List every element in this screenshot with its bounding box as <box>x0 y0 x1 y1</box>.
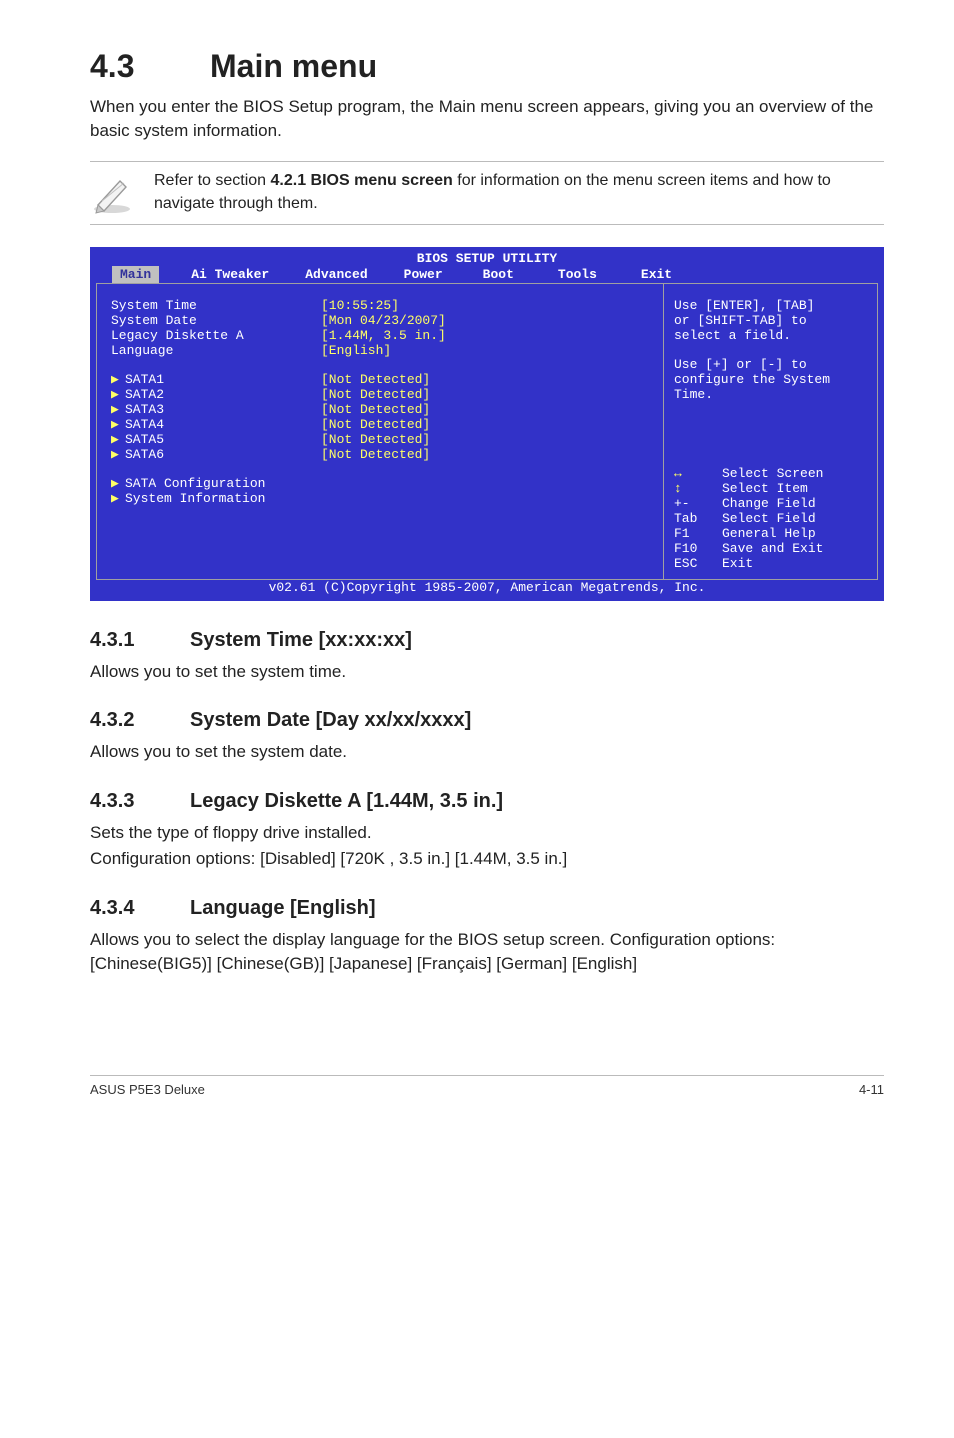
nav-help: F1General Help <box>674 526 867 541</box>
bios-title: BIOS SETUP UTILITY <box>94 251 880 266</box>
section-title: Main menu <box>210 48 377 84</box>
row-language[interactable]: Language[English] <box>111 343 649 358</box>
tab-tools[interactable]: Tools <box>550 266 605 283</box>
bios-left-pane: System Time[10:55:25] System Date[Mon 04… <box>97 284 663 579</box>
row-system-info[interactable]: ▶System Information <box>111 491 649 506</box>
bios-tab-bar: Main Ai Tweaker Advanced Power Boot Tool… <box>94 266 880 283</box>
bios-help-pane: Use [ENTER], [TAB] or [SHIFT-TAB] to sel… <box>663 284 877 579</box>
right-arrow-icon: ▶ <box>111 417 125 432</box>
row-system-time[interactable]: System Time[10:55:25] <box>111 298 649 313</box>
right-arrow-icon: ▶ <box>111 447 125 462</box>
help-line: Use [ENTER], [TAB] <box>674 298 867 313</box>
nav-select-item: ↕Select Item <box>674 481 867 496</box>
sub-heading-431: 4.3.1System Time [xx:xx:xx] <box>90 629 884 652</box>
bios-content: System Time[10:55:25] System Date[Mon 04… <box>96 283 878 580</box>
right-arrow-icon: ▶ <box>111 432 125 447</box>
footer-left: ASUS P5E3 Deluxe <box>90 1082 205 1097</box>
nav-exit: ESCExit <box>674 556 867 571</box>
help-line: Time. <box>674 387 867 402</box>
row-sata6[interactable]: ▶SATA6[Not Detected] <box>111 447 649 462</box>
tab-advanced[interactable]: Advanced <box>297 266 375 283</box>
note-pre: Refer to section <box>154 172 271 189</box>
bios-screenshot: BIOS SETUP UTILITY Main Ai Tweaker Advan… <box>90 247 884 601</box>
tab-power[interactable]: Power <box>396 266 451 283</box>
row-sata-config[interactable]: ▶SATA Configuration <box>111 476 649 491</box>
page-footer: ASUS P5E3 Deluxe 4-11 <box>90 1075 884 1097</box>
note-bold: 4.2.1 BIOS menu screen <box>271 172 453 189</box>
right-arrow-icon: ▶ <box>111 387 125 402</box>
footer-right: 4-11 <box>859 1082 884 1097</box>
help-line: select a field. <box>674 328 867 343</box>
help-line: configure the System <box>674 372 867 387</box>
row-legacy-diskette[interactable]: Legacy Diskette A[1.44M, 3.5 in.] <box>111 328 649 343</box>
up-down-arrow-icon: ↕ <box>674 481 682 496</box>
row-sata4[interactable]: ▶SATA4[Not Detected] <box>111 417 649 432</box>
section-number: 4.3 <box>90 48 210 85</box>
left-right-arrow-icon: ↔ <box>674 466 682 481</box>
section-heading: 4.3Main menu <box>90 48 884 85</box>
intro-paragraph: When you enter the BIOS Setup program, t… <box>90 95 884 143</box>
sub-body: Sets the type of floppy drive installed. <box>90 821 884 845</box>
sub-heading-433: 4.3.3Legacy Diskette A [1.44M, 3.5 in.] <box>90 790 884 813</box>
nav-save-exit: F10Save and Exit <box>674 541 867 556</box>
row-sata2[interactable]: ▶SATA2[Not Detected] <box>111 387 649 402</box>
tab-boot[interactable]: Boot <box>475 266 522 283</box>
row-sata5[interactable]: ▶SATA5[Not Detected] <box>111 432 649 447</box>
sub-body: Configuration options: [Disabled] [720K … <box>90 847 884 871</box>
pencil-icon <box>90 170 134 216</box>
tab-main[interactable]: Main <box>112 266 159 283</box>
nav-change-field: +-Change Field <box>674 496 867 511</box>
sub-body: Allows you to select the display languag… <box>90 928 884 976</box>
help-line: Use [+] or [-] to <box>674 357 867 372</box>
tab-gap <box>94 266 112 283</box>
bios-copyright: v02.61 (C)Copyright 1985-2007, American … <box>94 580 880 597</box>
right-arrow-icon: ▶ <box>111 476 125 491</box>
nav-select-field: TabSelect Field <box>674 511 867 526</box>
nav-select-screen: ↔Select Screen <box>674 466 867 481</box>
tab-exit[interactable]: Exit <box>633 266 680 283</box>
help-line: or [SHIFT-TAB] to <box>674 313 867 328</box>
sub-body: Allows you to set the system date. <box>90 740 884 764</box>
sub-heading-432: 4.3.2System Date [Day xx/xx/xxxx] <box>90 709 884 732</box>
right-arrow-icon: ▶ <box>111 402 125 417</box>
row-system-date[interactable]: System Date[Mon 04/23/2007] <box>111 313 649 328</box>
sub-body: Allows you to set the system time. <box>90 660 884 684</box>
tab-ai-tweaker[interactable]: Ai Tweaker <box>183 266 277 283</box>
right-arrow-icon: ▶ <box>111 491 125 506</box>
row-sata3[interactable]: ▶SATA3[Not Detected] <box>111 402 649 417</box>
row-sata1[interactable]: ▶SATA1[Not Detected] <box>111 372 649 387</box>
sub-heading-434: 4.3.4Language [English] <box>90 897 884 920</box>
note-text: Refer to section 4.2.1 BIOS menu screen … <box>154 170 884 215</box>
pencil-icon-svg <box>90 171 134 215</box>
right-arrow-icon: ▶ <box>111 372 125 387</box>
note-box: Refer to section 4.2.1 BIOS menu screen … <box>90 161 884 225</box>
